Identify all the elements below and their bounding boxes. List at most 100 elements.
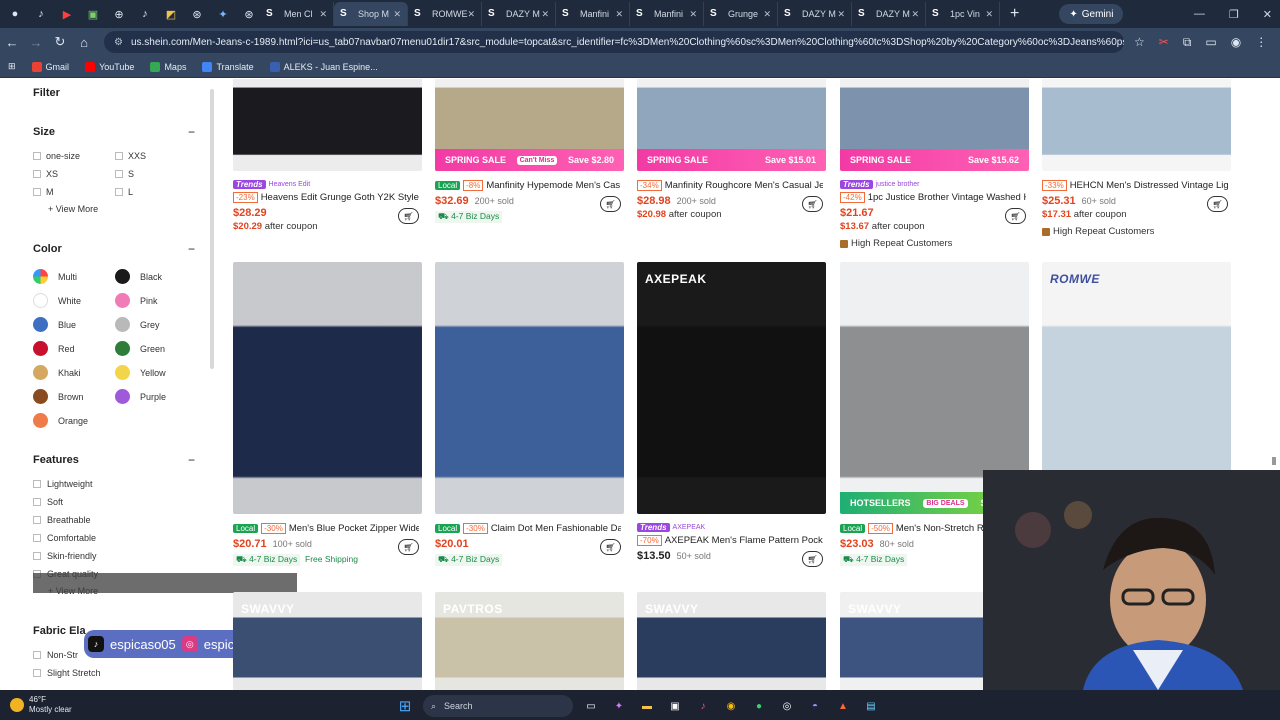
product-image[interactable]: SWAVVY bbox=[637, 592, 826, 690]
whatsapp-icon[interactable]: ● bbox=[749, 696, 769, 716]
steam-icon[interactable]: ◎ bbox=[777, 696, 797, 716]
gemini-button[interactable]: ✦ Gemini bbox=[1059, 4, 1124, 24]
collapse-size-icon[interactable]: − bbox=[188, 125, 195, 139]
color-swatch[interactable] bbox=[115, 293, 130, 308]
tab-favicon-excel-icon[interactable]: ▣ bbox=[82, 3, 104, 25]
add-to-cart-button[interactable]: 🛒︎ bbox=[1207, 196, 1228, 212]
size-option[interactable]: one-size bbox=[33, 151, 80, 161]
brave-icon[interactable]: ▲ bbox=[833, 696, 853, 716]
size-option[interactable]: S bbox=[115, 169, 134, 179]
tab-favicon-youtube-icon[interactable]: ▶ bbox=[56, 3, 78, 25]
collapse-color-icon[interactable]: − bbox=[188, 242, 195, 256]
product-title-row[interactable]: -42% 1pc Justice Brother Vintage Washed H… bbox=[840, 192, 1026, 203]
feature-option[interactable]: Breathable bbox=[33, 515, 91, 525]
color-swatch[interactable] bbox=[33, 365, 48, 380]
product-title[interactable]: AXEPEAK Men's Flame Pattern Pocket ... bbox=[665, 535, 823, 546]
product-image[interactable] bbox=[1042, 79, 1231, 171]
product-title[interactable]: Claim Dot Men Fashionable Dai... bbox=[491, 523, 621, 534]
browser-tab[interactable]: S DAZY M ✕ bbox=[852, 2, 926, 26]
product-image[interactable]: SWAVVY bbox=[233, 592, 422, 690]
close-tab-icon[interactable]: ✕ bbox=[763, 9, 771, 20]
fabric-section-title[interactable]: Fabric Ela bbox=[33, 625, 86, 637]
color-option[interactable]: Orange bbox=[33, 413, 88, 428]
size-option[interactable]: XXS bbox=[115, 151, 146, 161]
checkbox[interactable] bbox=[33, 170, 41, 178]
features-section-title[interactable]: Features bbox=[33, 454, 79, 466]
color-option[interactable]: Purple bbox=[115, 389, 166, 404]
home-icon[interactable]: ⌂ bbox=[72, 35, 96, 50]
windows-start-icon[interactable]: ⊞ bbox=[395, 696, 415, 716]
tiktok-app-icon[interactable]: ♪ bbox=[693, 696, 713, 716]
color-option[interactable]: Yellow bbox=[115, 365, 166, 380]
add-to-cart-button[interactable]: 🛒︎ bbox=[600, 196, 621, 212]
checkbox[interactable] bbox=[33, 480, 41, 488]
checkbox[interactable] bbox=[33, 498, 41, 506]
profile-avatar-icon[interactable]: ◉ bbox=[1231, 35, 1241, 50]
taskview-icon[interactable]: ▭ bbox=[581, 696, 601, 716]
product-image[interactable]: PAVTROS bbox=[435, 592, 624, 690]
checkbox[interactable] bbox=[115, 188, 123, 196]
discord-icon[interactable]: ◓ bbox=[805, 696, 825, 716]
tab-favicon-gemini-icon[interactable]: ✦ bbox=[212, 3, 234, 25]
fabric-option[interactable]: Slight Stretch bbox=[33, 668, 101, 678]
extensions-puzzle-icon[interactable]: ⧉ bbox=[1183, 35, 1192, 50]
add-to-cart-button[interactable]: 🛒︎ bbox=[398, 539, 419, 555]
size-view-more-link[interactable]: + View More bbox=[48, 204, 98, 214]
checkbox[interactable] bbox=[115, 170, 123, 178]
product-title-row[interactable]: Local -30% Claim Dot Men Fashionable Dai..… bbox=[435, 523, 621, 534]
sidebar-scrollbar[interactable] bbox=[210, 89, 214, 369]
feature-option[interactable]: Soft bbox=[33, 497, 63, 507]
color-option[interactable]: Blue bbox=[33, 317, 76, 332]
bookmark-translate[interactable]: Translate bbox=[202, 61, 254, 72]
product-title[interactable]: Manfinity Roughcore Men's Casual Je... bbox=[665, 180, 823, 191]
close-tab-icon[interactable]: ✕ bbox=[985, 9, 993, 20]
product-title[interactable]: Heavens Edit Grunge Goth Y2K Style ... bbox=[261, 192, 419, 203]
color-swatch[interactable] bbox=[115, 341, 130, 356]
add-to-cart-button[interactable]: 🛒︎ bbox=[600, 539, 621, 555]
sidepanel-icon[interactable]: ▭ bbox=[1205, 35, 1216, 50]
tab-favicon-download-icon[interactable]: ⊕ bbox=[108, 3, 130, 25]
bookmark-aleks[interactable]: ALEKS - Juan Espine... bbox=[269, 61, 378, 72]
file-explorer-icon[interactable]: ▬ bbox=[637, 696, 657, 716]
tab-favicon-chatgpt-icon[interactable]: ⊛ bbox=[238, 3, 260, 25]
product-title-row[interactable]: -23% Heavens Edit Grunge Goth Y2K Style .… bbox=[233, 192, 419, 203]
checkbox[interactable] bbox=[33, 534, 41, 542]
close-tab-icon[interactable]: ✕ bbox=[319, 9, 327, 20]
checkbox[interactable] bbox=[115, 152, 123, 160]
tab-favicon-chatgpt-icon[interactable]: ⊛ bbox=[186, 3, 208, 25]
feature-option[interactable]: Comfortable bbox=[33, 533, 96, 543]
color-option[interactable]: White bbox=[33, 293, 81, 308]
color-option[interactable]: Khaki bbox=[33, 365, 81, 380]
size-option[interactable]: XS bbox=[33, 169, 58, 179]
product-title[interactable]: HEHCN Men's Distressed Vintage Lig... bbox=[1070, 180, 1228, 191]
tab-favicon-bookmark-icon[interactable]: ◩ bbox=[160, 3, 182, 25]
color-section-title[interactable]: Color bbox=[33, 243, 62, 255]
product-title[interactable]: Men's Non-Stretch Rel bbox=[896, 523, 991, 534]
add-to-cart-button[interactable]: 🛒︎ bbox=[1005, 208, 1026, 224]
browser-tab[interactable]: S Manfini ✕ bbox=[556, 2, 630, 26]
product-image[interactable] bbox=[435, 262, 624, 514]
add-to-cart-button[interactable]: 🛒︎ bbox=[802, 551, 823, 567]
store-icon[interactable]: ▣ bbox=[665, 696, 685, 716]
tab-favicon-tiktok-icon[interactable]: ♪ bbox=[30, 3, 52, 25]
page-scrollbar[interactable] bbox=[1272, 457, 1276, 465]
color-swatch[interactable] bbox=[33, 293, 48, 308]
weather-widget[interactable]: 46°F Mostly clear bbox=[10, 695, 72, 714]
color-option[interactable]: Green bbox=[115, 341, 165, 356]
product-title-row[interactable]: Local -8% Manfinity Hypemode Men's Cas... bbox=[435, 180, 621, 191]
new-tab-button[interactable]: + bbox=[1010, 5, 1019, 23]
tab-favicon-whatsapp-icon[interactable]: ● bbox=[4, 3, 26, 25]
bookmark-maps[interactable]: Maps bbox=[150, 61, 186, 72]
checkbox[interactable] bbox=[33, 651, 41, 659]
product-image[interactable] bbox=[233, 79, 422, 171]
back-icon[interactable]: ← bbox=[0, 35, 24, 50]
close-tab-icon[interactable]: ✕ bbox=[689, 9, 697, 20]
browser-tab[interactable]: S DAZY M ✕ bbox=[778, 2, 852, 26]
close-tab-icon[interactable]: ✕ bbox=[393, 9, 401, 20]
product-title-row[interactable]: -70%AXEPEAK Men's Flame Pattern Pocket .… bbox=[637, 535, 823, 546]
product-image[interactable]: AXEPEAK bbox=[637, 262, 826, 514]
browser-tab[interactable]: S Men Cl ✕ bbox=[260, 2, 334, 26]
product-title-row[interactable]: -34% Manfinity Roughcore Men's Casual Je.… bbox=[637, 180, 823, 191]
color-option[interactable]: Black bbox=[115, 269, 162, 284]
product-image[interactable] bbox=[233, 262, 422, 514]
